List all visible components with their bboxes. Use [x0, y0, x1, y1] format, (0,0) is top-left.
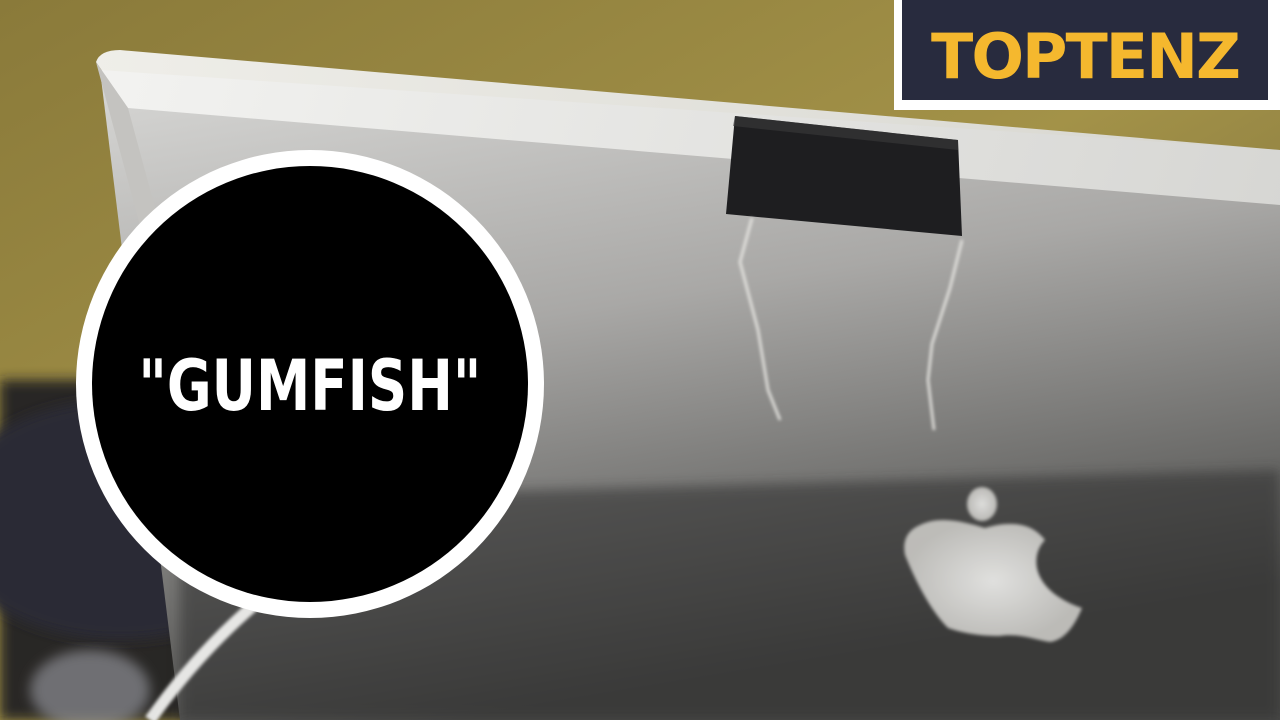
- title-badge-inner: "GUMFISH": [92, 166, 528, 602]
- title-text: "GUMFISH": [138, 345, 482, 427]
- brand-logo-background: TOPTENZ: [902, 0, 1268, 100]
- logo-text: TOPTENZ: [931, 20, 1239, 93]
- brand-logo-frame: TOPTENZ: [894, 0, 1280, 110]
- toptenz-logo: TOPTENZ: [931, 20, 1241, 93]
- title-badge: "GUMFISH": [76, 150, 544, 618]
